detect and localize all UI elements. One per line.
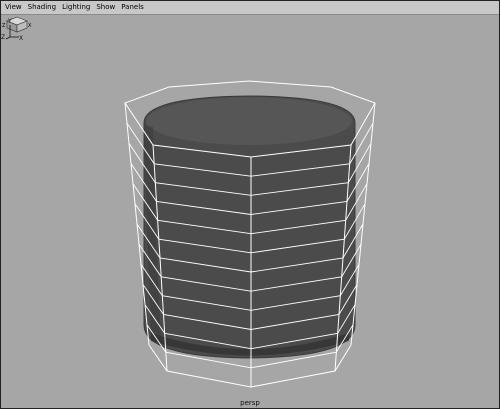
cylinder-mesh[interactable] [143, 95, 356, 359]
menu-show[interactable]: Show [93, 1, 118, 14]
view-cube-x-label: X [28, 23, 32, 29]
scene-canvas[interactable] [1, 15, 499, 408]
panel-menubar: View Shading Lighting Show Panels [1, 1, 499, 15]
menu-panels[interactable]: Panels [118, 1, 147, 14]
menu-lighting[interactable]: Lighting [59, 1, 93, 14]
perspective-viewport[interactable]: Z X Y Z X persp [1, 15, 499, 408]
axis-x-label: X [19, 35, 23, 41]
axis-z-label: Z [1, 34, 5, 41]
menu-view[interactable]: View [1, 1, 25, 14]
axis-y-label: Y [7, 18, 12, 25]
menu-shading[interactable]: Shading [25, 1, 59, 14]
maya-viewport-panel: View Shading Lighting Show Panels Z X Y … [0, 0, 500, 409]
camera-name-label: persp [240, 399, 260, 407]
axis-gizmo-icon: Y Z X [1, 18, 23, 41]
